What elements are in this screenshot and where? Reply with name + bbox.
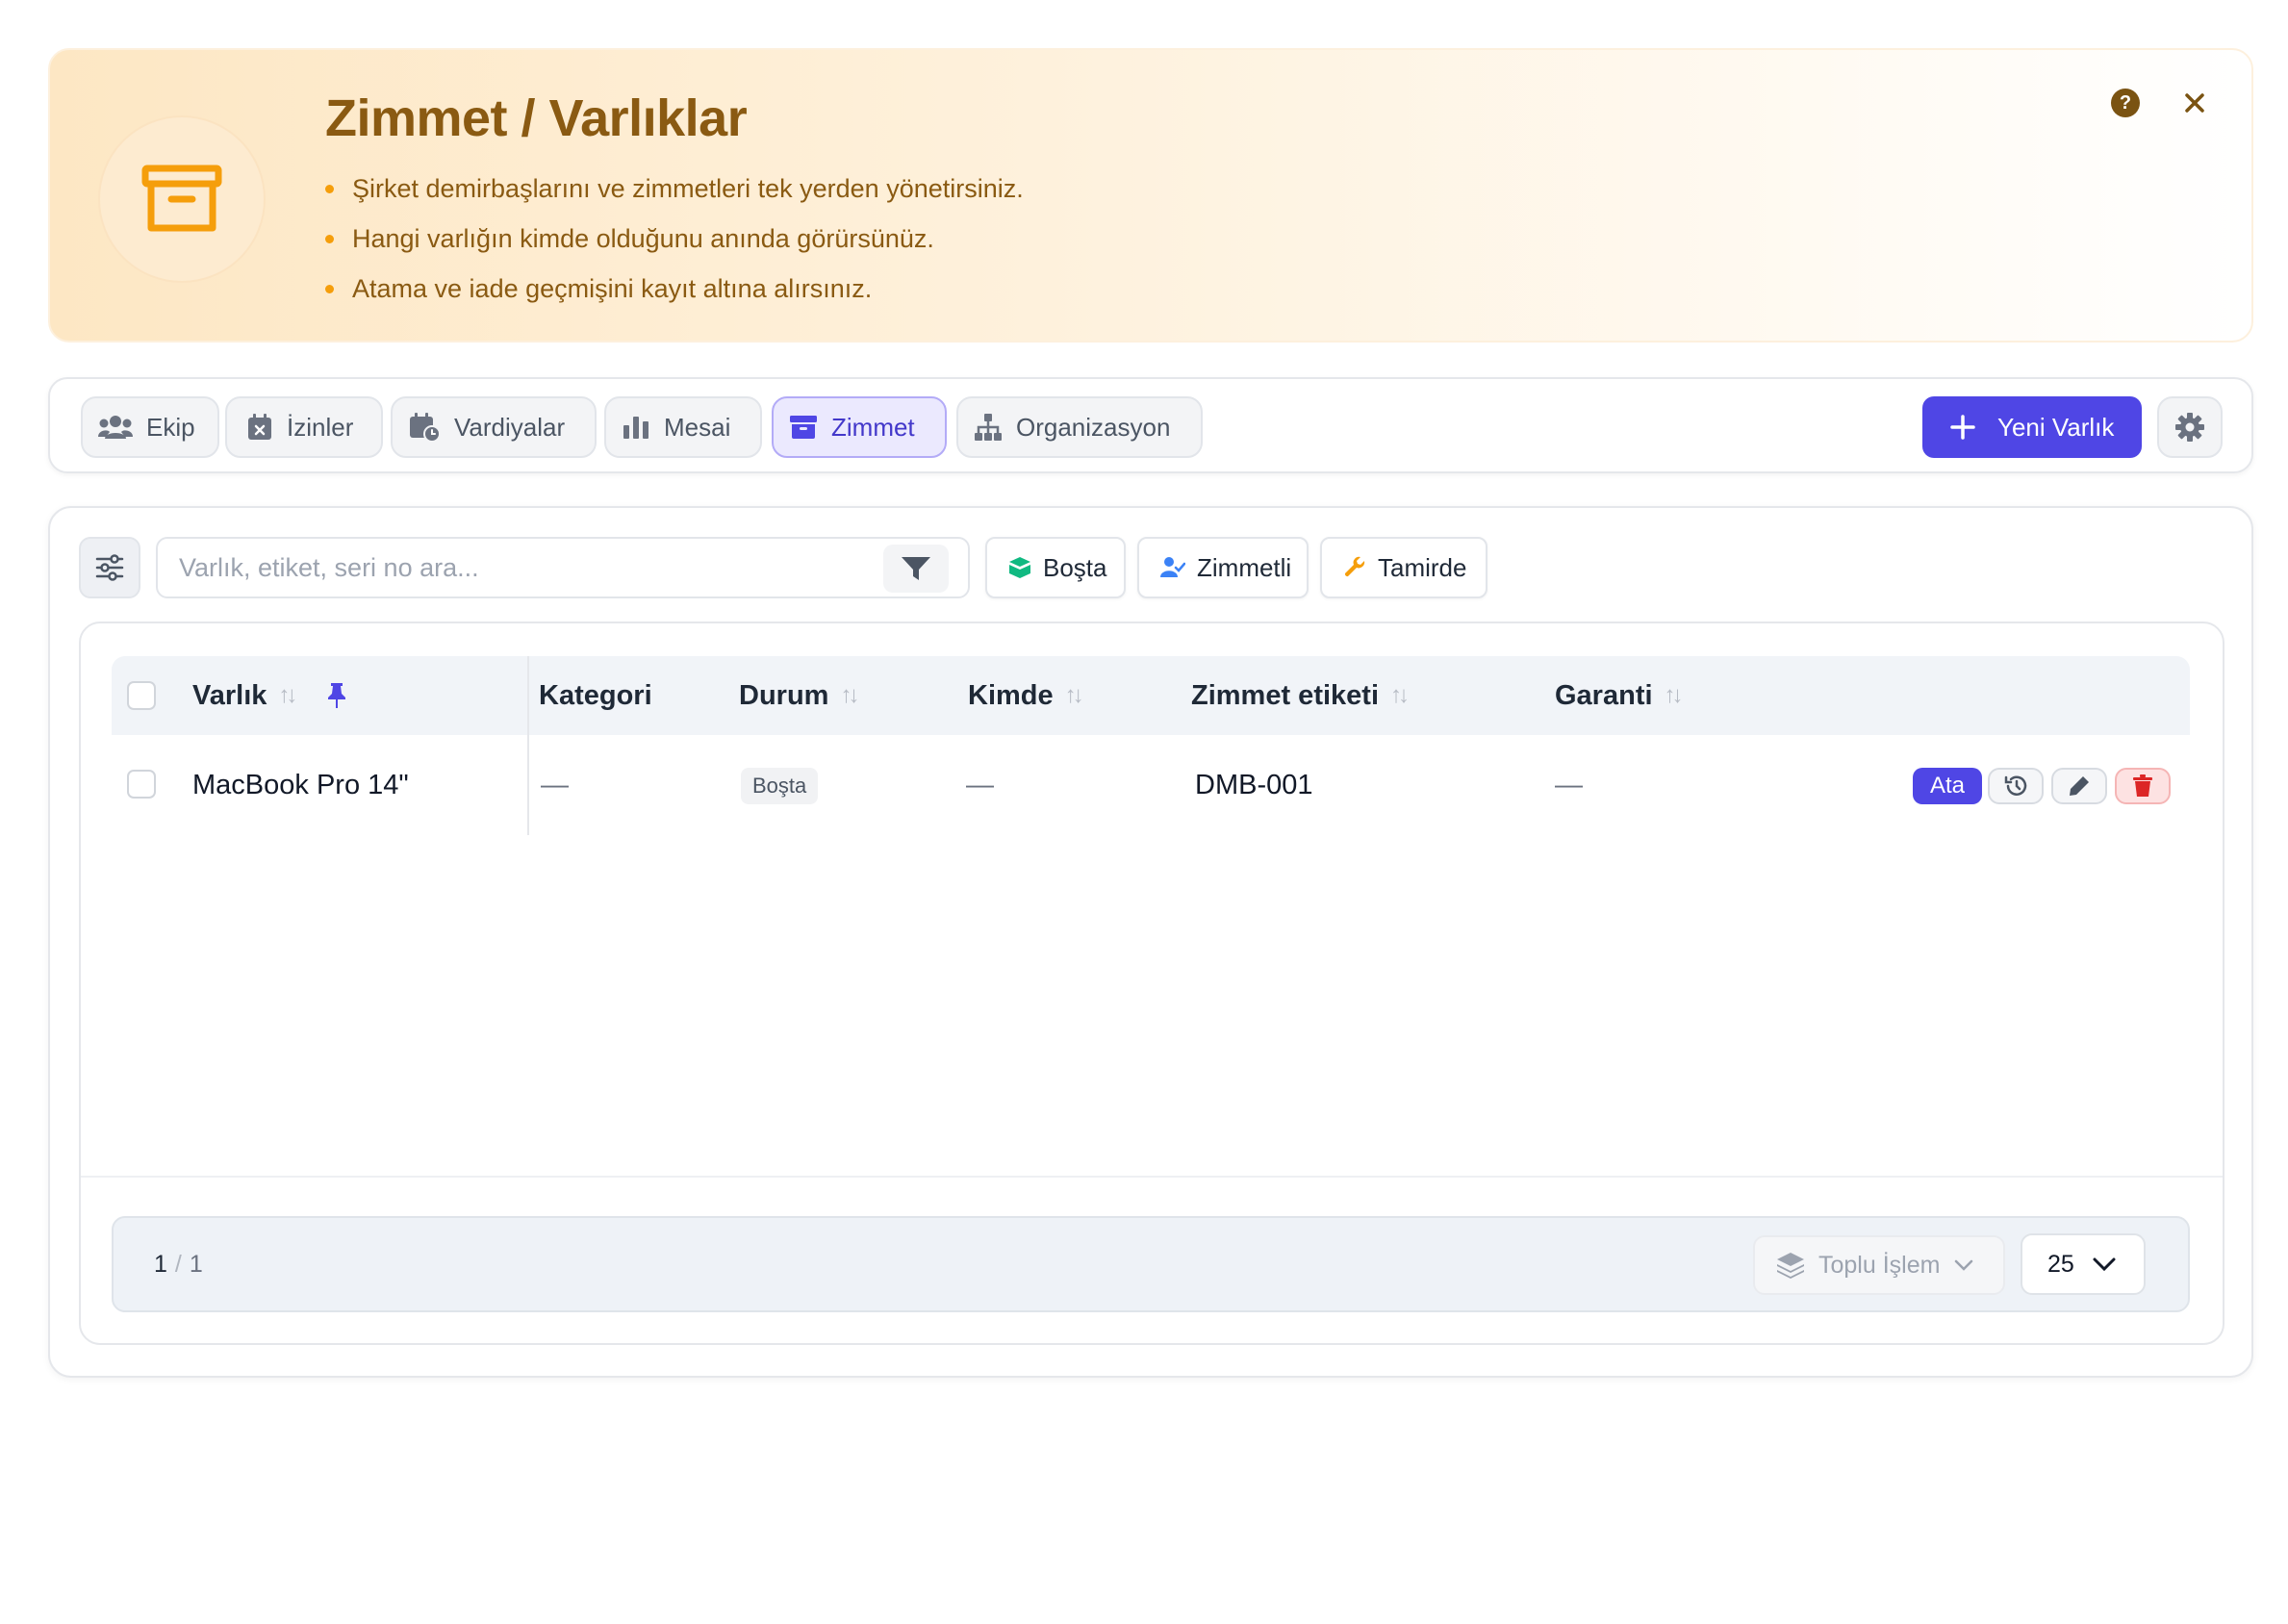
- close-icon[interactable]: [2178, 87, 2211, 119]
- module-tabs-bar: Ekip İzinler Vardiyalar Mesai Zimmet Org…: [48, 377, 2253, 473]
- archive-icon: [790, 416, 817, 439]
- pencil-icon: [2070, 776, 2089, 796]
- select-all-checkbox[interactable]: [127, 681, 156, 710]
- trash-icon: [2133, 774, 2152, 797]
- column-header-durum[interactable]: Durum ↑↓: [739, 656, 859, 735]
- holder-cell: —: [966, 769, 994, 800]
- tab-zimmet[interactable]: Zimmet: [772, 396, 947, 458]
- page-indicator: 1 / 1: [154, 1251, 203, 1279]
- page-size-select[interactable]: 25: [2021, 1233, 2146, 1295]
- info-banner: Zimmet / Varlıklar Şirket demirbaşlarını…: [48, 48, 2253, 343]
- page-size-value: 25: [2047, 1250, 2074, 1278]
- column-label: Durum: [739, 679, 829, 711]
- pin-icon[interactable]: [326, 682, 347, 709]
- tab-organizasyon[interactable]: Organizasyon: [956, 396, 1203, 458]
- archive-box-icon: [98, 115, 266, 283]
- status-badge: Boşta: [741, 768, 819, 804]
- layers-icon: [1777, 1253, 1804, 1279]
- box-icon: [1009, 557, 1030, 578]
- funnel-icon: [902, 557, 930, 580]
- tab-label: İzinler: [287, 412, 354, 442]
- column-header-kimde[interactable]: Kimde ↑↓: [968, 656, 1084, 735]
- banner-bullet: Şirket demirbaşlarını ve zimmetleri tek …: [325, 164, 1024, 214]
- column-header-varlik[interactable]: Varlık ↑↓: [192, 656, 347, 735]
- sort-icon[interactable]: ↑↓: [1665, 682, 1684, 709]
- sort-icon[interactable]: ↑↓: [840, 682, 859, 709]
- sort-icon[interactable]: ↑↓: [1065, 682, 1084, 709]
- tab-izinler[interactable]: İzinler: [225, 396, 383, 458]
- page-total: 1: [189, 1251, 203, 1278]
- delete-button[interactable]: [2115, 768, 2171, 804]
- banner-bullet: Hangi varlığın kimde olduğunu anında gör…: [325, 214, 1024, 264]
- tab-label: Mesai: [664, 412, 731, 442]
- settings-button[interactable]: [2157, 396, 2223, 458]
- org-chart-icon: [975, 414, 1002, 441]
- tab-ekip[interactable]: Ekip: [81, 396, 219, 458]
- chip-label: Tamirde: [1378, 552, 1467, 582]
- gear-icon: [2175, 413, 2204, 442]
- plus-icon: [1950, 415, 1975, 440]
- sort-icon[interactable]: ↑↓: [278, 682, 297, 709]
- sliders-icon: [95, 554, 124, 581]
- column-settings-button[interactable]: [79, 537, 140, 598]
- history-icon: [2004, 775, 2027, 796]
- wrench-icon: [1344, 556, 1365, 577]
- row-checkbox[interactable]: [127, 770, 156, 799]
- asset-name-cell[interactable]: MacBook Pro 14": [192, 754, 409, 816]
- page-current: 1: [154, 1251, 167, 1278]
- tab-vardiyalar[interactable]: Vardiyalar: [391, 396, 597, 458]
- history-button[interactable]: [1988, 768, 2044, 804]
- new-asset-button[interactable]: Yeni Varlık: [1922, 396, 2142, 458]
- search-input[interactable]: [179, 546, 852, 589]
- banner-bullet-list: Şirket demirbaşlarını ve zimmetleri tek …: [325, 164, 1024, 314]
- user-check-icon: [1160, 557, 1185, 577]
- column-header-zimmet-etiketi[interactable]: Zimmet etiketi ↑↓: [1191, 656, 1410, 735]
- warranty-cell: —: [1555, 769, 1583, 800]
- page-title: Zimmet / Varlıklar: [325, 89, 748, 147]
- tab-label: Organizasyon: [1016, 412, 1171, 442]
- chevron-down-icon: [1955, 1259, 1973, 1271]
- filter-chip-bosta[interactable]: Boşta: [985, 537, 1126, 598]
- category-cell: —: [541, 769, 569, 800]
- tab-label: Ekip: [146, 412, 195, 442]
- tab-label: Vardiyalar: [454, 412, 566, 442]
- column-label: Zimmet etiketi: [1191, 679, 1379, 711]
- table-footer: 1 / 1 Toplu İşlem 25: [112, 1216, 2190, 1312]
- banner-bullet: Atama ve iade geçmişini kayıt altına alı…: [325, 264, 1024, 314]
- filter-chip-tamirde[interactable]: Tamirde: [1320, 537, 1487, 598]
- column-header-kategori: Kategori: [539, 656, 652, 735]
- chip-label: Boşta: [1043, 552, 1107, 582]
- page-separator: /: [174, 1251, 182, 1278]
- chevron-down-icon: [2093, 1257, 2116, 1272]
- column-label: Kategori: [539, 679, 652, 711]
- search-box: [156, 537, 970, 598]
- chip-label: Zimmetli: [1197, 552, 1292, 582]
- calendar-x-icon: [248, 414, 271, 440]
- bar-chart-icon: [623, 417, 648, 439]
- column-label: Garanti: [1555, 679, 1653, 711]
- column-header-garanti[interactable]: Garanti ↑↓: [1555, 656, 1684, 735]
- table-divider: [81, 1176, 2223, 1178]
- help-glyph: ?: [2119, 91, 2132, 114]
- help-icon[interactable]: ?: [2111, 89, 2140, 117]
- users-icon: [98, 416, 133, 439]
- column-label: Kimde: [968, 679, 1054, 711]
- column-label: Varlık: [192, 679, 267, 711]
- filter-button[interactable]: [883, 545, 949, 593]
- sort-icon[interactable]: ↑↓: [1390, 682, 1410, 709]
- bulk-action-label: Toplu İşlem: [1818, 1251, 1941, 1279]
- tab-label: Zimmet: [831, 412, 915, 442]
- filter-chip-zimmetli[interactable]: Zimmetli: [1137, 537, 1309, 598]
- pinned-column-divider: [527, 656, 529, 835]
- table-header: Varlık ↑↓ Kategori Durum ↑↓ Kimde ↑↓ Zim…: [112, 656, 2190, 735]
- asset-tag-cell: DMB-001: [1195, 769, 1313, 800]
- tab-mesai[interactable]: Mesai: [604, 396, 762, 458]
- bulk-action-dropdown[interactable]: Toplu İşlem: [1753, 1235, 2005, 1295]
- edit-button[interactable]: [2051, 768, 2107, 804]
- new-asset-label: Yeni Varlık: [1997, 412, 2115, 442]
- assign-button[interactable]: Ata: [1913, 768, 1982, 804]
- calendar-clock-icon: [410, 413, 441, 443]
